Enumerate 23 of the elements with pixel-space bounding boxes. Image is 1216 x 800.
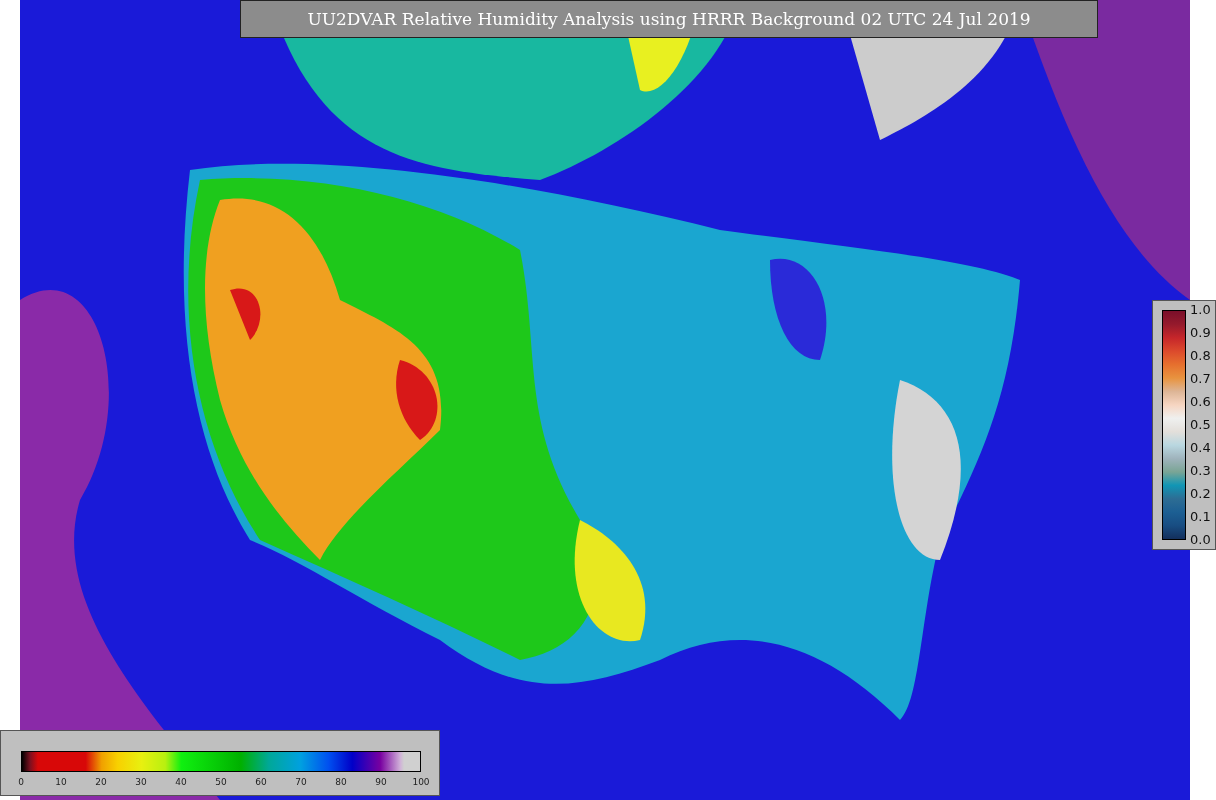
tick-label: 0.2 xyxy=(1190,489,1211,499)
tick-label: 0.1 xyxy=(1190,512,1211,522)
chart-title: UU2DVAR Relative Humidity Analysis using HRRR Background 02 UTC 24 Jul 2019 xyxy=(240,0,1098,38)
tick-label: 90 xyxy=(374,777,388,787)
tick-label: 0.9 xyxy=(1190,328,1211,338)
tick-label: 80 xyxy=(334,777,348,787)
tick-label: 0.0 xyxy=(1190,535,1211,545)
tick-label: 0.6 xyxy=(1190,397,1211,407)
tick-label: 40 xyxy=(174,777,188,787)
tick-label: 0.3 xyxy=(1190,466,1211,476)
tick-label: 100 xyxy=(411,777,431,787)
tick-label: 30 xyxy=(134,777,148,787)
tick-label: 0.8 xyxy=(1190,351,1211,361)
tick-label: 10 xyxy=(54,777,68,787)
tick-label: 20 xyxy=(94,777,108,787)
tick-label: 1.0 xyxy=(1190,305,1211,315)
tick-label: 0.5 xyxy=(1190,420,1211,430)
tick-label: 50 xyxy=(214,777,228,787)
tick-label: 70 xyxy=(294,777,308,787)
tick-label: 0 xyxy=(17,777,25,787)
tick-label: 0.4 xyxy=(1190,443,1211,453)
tick-label: 60 xyxy=(254,777,268,787)
tick-label: 0.7 xyxy=(1190,374,1211,384)
